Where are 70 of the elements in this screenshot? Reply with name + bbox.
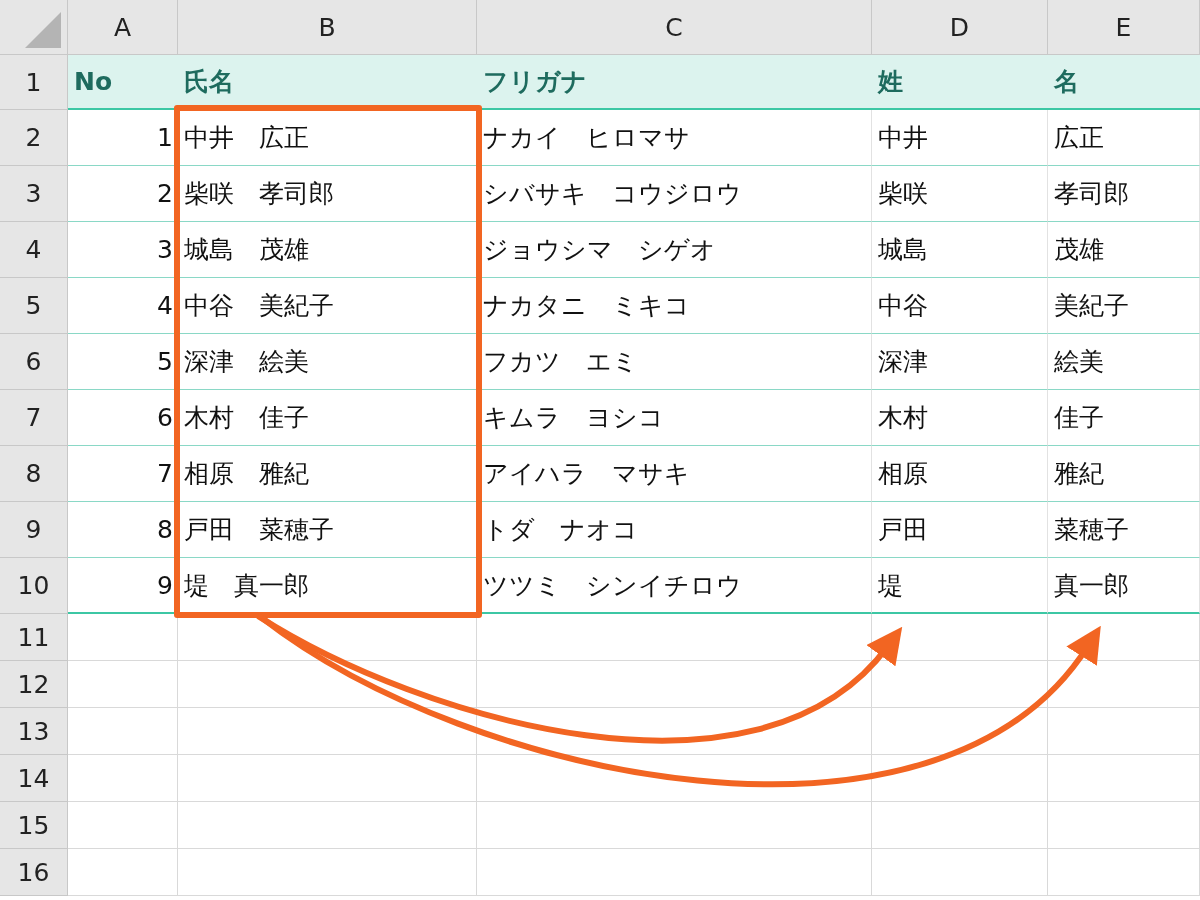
table-cell: 菜穂子 [1048, 502, 1200, 558]
table-cell: フカツ エミ [477, 334, 872, 390]
table-cell: 堤 [872, 558, 1048, 614]
table-cell: 城島 [872, 222, 1048, 278]
table-cell: 茂雄 [1048, 222, 1200, 278]
table-cell: 5 [68, 334, 178, 390]
table-cell: ツツミ シンイチロウ [477, 558, 872, 614]
table-cell: アイハラ マサキ [477, 446, 872, 502]
table-cell: 美紀子 [1048, 278, 1200, 334]
table-cell: 雅紀 [1048, 446, 1200, 502]
row-header[interactable]: 5 [0, 278, 68, 334]
table-cell: 柴咲 [872, 166, 1048, 222]
row-header[interactable]: 15 [0, 802, 68, 849]
row-header[interactable]: 16 [0, 849, 68, 896]
column-header[interactable]: B [178, 0, 477, 55]
table-cell: 戸田 [872, 502, 1048, 558]
table-header-cell: 姓 [872, 55, 1048, 110]
table-cell: 7 [68, 446, 178, 502]
table-cell: 6 [68, 390, 178, 446]
table-cell: 深津 [872, 334, 1048, 390]
table-header-cell: 名 [1048, 55, 1200, 110]
table-cell: 孝司郎 [1048, 166, 1200, 222]
table-cell: 木村 [872, 390, 1048, 446]
table-cell: 相原 雅紀 [178, 446, 477, 502]
table-cell: 9 [68, 558, 178, 614]
row-header[interactable]: 10 [0, 558, 68, 614]
table-cell: 中井 [872, 110, 1048, 166]
table-cell: 堤 真一郎 [178, 558, 477, 614]
table-cell: 相原 [872, 446, 1048, 502]
column-header[interactable]: A [68, 0, 178, 55]
table-cell: 柴咲 孝司郎 [178, 166, 477, 222]
row-header[interactable]: 1 [0, 55, 68, 110]
table-cell: トダ ナオコ [477, 502, 872, 558]
table-cell: 佳子 [1048, 390, 1200, 446]
table-cell: 絵美 [1048, 334, 1200, 390]
table-cell: 中谷 美紀子 [178, 278, 477, 334]
column-header[interactable]: D [872, 0, 1048, 55]
table-cell: 真一郎 [1048, 558, 1200, 614]
table-cell: 中井 広正 [178, 110, 477, 166]
table-cell: 深津 絵美 [178, 334, 477, 390]
column-header[interactable]: E [1048, 0, 1200, 55]
row-header[interactable]: 12 [0, 661, 68, 708]
column-header[interactable]: C [477, 0, 872, 55]
table-cell: ナカイ ヒロマサ [477, 110, 872, 166]
row-header[interactable]: 6 [0, 334, 68, 390]
table-cell: 8 [68, 502, 178, 558]
table-cell: 中谷 [872, 278, 1048, 334]
row-header[interactable]: 9 [0, 502, 68, 558]
table-header-cell: フリガナ [477, 55, 872, 110]
table-cell: キムラ ヨシコ [477, 390, 872, 446]
row-header[interactable]: 8 [0, 446, 68, 502]
table-cell: シバサキ コウジロウ [477, 166, 872, 222]
table-cell: 広正 [1048, 110, 1200, 166]
row-header[interactable]: 13 [0, 708, 68, 755]
table-cell: 4 [68, 278, 178, 334]
row-header[interactable]: 2 [0, 110, 68, 166]
table-cell: 2 [68, 166, 178, 222]
table-cell: ナカタニ ミキコ [477, 278, 872, 334]
table-cell: 城島 茂雄 [178, 222, 477, 278]
table-cell: 木村 佳子 [178, 390, 477, 446]
row-header[interactable]: 11 [0, 614, 68, 661]
table-cell: 1 [68, 110, 178, 166]
table-cell: 3 [68, 222, 178, 278]
row-header[interactable]: 14 [0, 755, 68, 802]
table-cell: 戸田 菜穂子 [178, 502, 477, 558]
row-header[interactable]: 4 [0, 222, 68, 278]
table-header-cell: No [68, 55, 178, 110]
table-cell: ジョウシマ シゲオ [477, 222, 872, 278]
row-header[interactable]: 3 [0, 166, 68, 222]
row-header[interactable]: 7 [0, 390, 68, 446]
